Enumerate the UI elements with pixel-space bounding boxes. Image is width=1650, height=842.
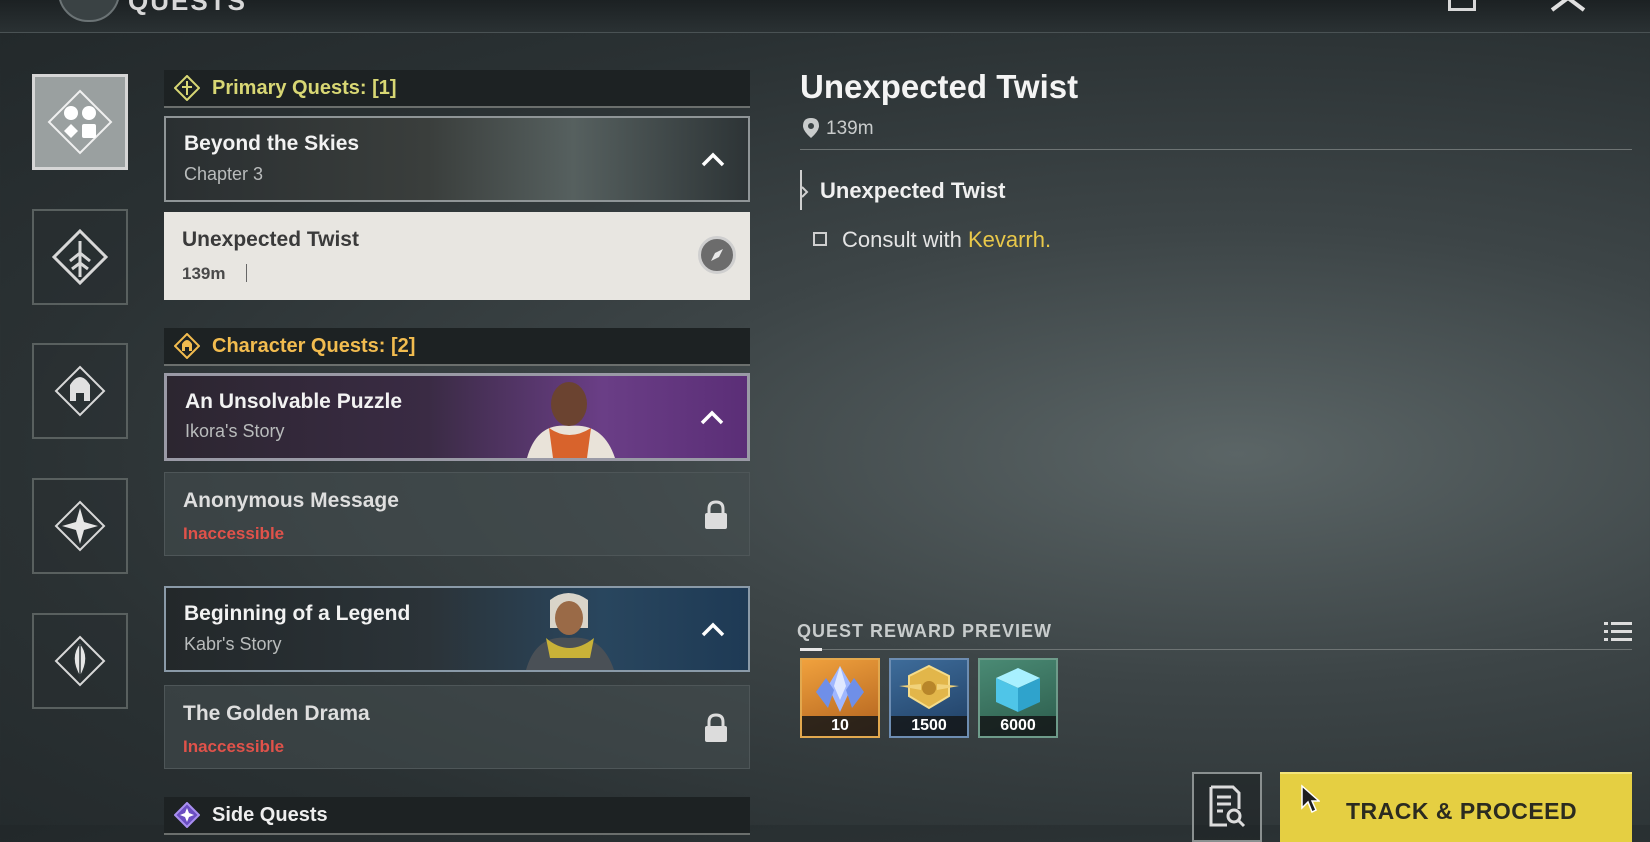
helmet-category-icon: [54, 365, 106, 417]
ikora-portrait: [507, 382, 627, 458]
quest-title: Unexpected Twist: [182, 228, 359, 251]
reward-preview-header: QUEST REWARD PREVIEW: [797, 621, 1053, 641]
divider-accent: [800, 648, 822, 651]
section-label: Side Quests: [212, 803, 328, 826]
compass-icon[interactable]: [698, 236, 736, 274]
quest-group-beyond-the-skies[interactable]: Beyond the Skies Chapter 3: [164, 116, 750, 202]
lock-icon: [705, 713, 727, 742]
category-side[interactable]: [32, 478, 128, 574]
reward-count: 1500: [891, 716, 967, 736]
quests-emblem-icon: [58, 0, 120, 22]
quest-title: Anonymous Message: [183, 489, 399, 512]
group-subtitle: Ikora's Story: [185, 421, 285, 441]
lock-icon: [705, 500, 727, 529]
group-subtitle: Chapter 3: [184, 164, 264, 184]
reward-count: 10: [802, 716, 878, 736]
divider: [800, 149, 1632, 150]
page-title: QUESTS: [128, 0, 247, 16]
distance-separator: [246, 264, 247, 282]
mouse-cursor-icon: [1301, 784, 1320, 814]
quest-step-title: Unexpected Twist: [820, 178, 1006, 203]
group-subtitle: Kabr's Story: [184, 634, 282, 654]
crystal-icon: [816, 666, 864, 712]
group-title: An Unsolvable Puzzle: [185, 390, 403, 413]
inspect-button[interactable]: [1192, 772, 1262, 842]
objective-prefix: Consult with: [842, 227, 968, 252]
objective-npc-name: Kevarrh: [967, 227, 1045, 252]
objective-suffix: .: [1045, 227, 1052, 252]
track-and-proceed-button[interactable]: TRACK & PROCEED: [1280, 772, 1632, 842]
character-quest-icon: [174, 333, 200, 359]
quest-status: Inaccessible: [183, 737, 285, 756]
top-bar: QUESTS: [0, 0, 1650, 33]
divider: [800, 649, 1632, 650]
map-icon[interactable]: [1448, 0, 1476, 11]
chevron-up-icon[interactable]: [700, 150, 726, 170]
category-character[interactable]: [32, 343, 128, 439]
section-label: Character Quests: [2]: [212, 334, 416, 357]
category-all[interactable]: [32, 74, 128, 170]
reward-item[interactable]: 6000: [978, 658, 1058, 738]
close-icon[interactable]: [1548, 0, 1588, 14]
quest-the-golden-drama[interactable]: The Golden Drama Inaccessible: [164, 685, 750, 769]
chevron-up-icon[interactable]: [700, 620, 726, 640]
reward-count: 6000: [980, 716, 1056, 736]
group-title: Beyond the Skies: [184, 132, 360, 155]
character-quests-header: Character Quests: [2]: [164, 328, 750, 366]
quest-detail-title: Unexpected Twist: [800, 68, 1079, 105]
side-quest-icon: [174, 802, 200, 828]
primary-quest-icon: [174, 75, 200, 101]
grid-category-icon: [47, 89, 113, 155]
document-search-icon: [1209, 785, 1246, 828]
track-button-label: TRACK & PROCEED: [1346, 798, 1578, 824]
feather-category-icon: [54, 635, 106, 687]
cube-icon: [996, 668, 1040, 712]
category-lore[interactable]: [32, 613, 128, 709]
side-quests-header: Side Quests: [164, 797, 750, 835]
primary-quests-header: Primary Quests: [1]: [164, 70, 750, 108]
quest-title: The Golden Drama: [183, 702, 370, 725]
star-category-icon: [54, 500, 106, 552]
list-view-icon[interactable]: [1604, 620, 1632, 644]
quest-group-beginning-of-a-legend[interactable]: Beginning of a Legend Kabr's Story: [164, 586, 750, 672]
chevron-up-icon[interactable]: [699, 408, 725, 428]
group-title: Beginning of a Legend: [184, 602, 411, 625]
kabr-portrait: [506, 588, 626, 670]
reward-item[interactable]: 10: [800, 658, 880, 738]
section-label: Primary Quests: [1]: [212, 76, 397, 99]
quest-status: Inaccessible: [183, 524, 285, 543]
step-arrow-icon: [801, 186, 809, 198]
tree-category-icon: [51, 228, 109, 286]
gold-emblem-icon: [899, 664, 959, 710]
category-primary[interactable]: [32, 209, 128, 305]
objective-checkbox: [813, 232, 827, 246]
quest-group-an-unsolvable-puzzle[interactable]: An Unsolvable Puzzle Ikora's Story: [164, 373, 750, 461]
quest-detail-distance: 139m: [826, 118, 874, 139]
objective-text: Consult with Kevarrh.: [842, 227, 1051, 253]
reward-item[interactable]: 1500: [889, 658, 969, 738]
location-pin-icon: [803, 118, 819, 138]
quest-distance: 139m: [182, 264, 226, 283]
quest-unexpected-twist[interactable]: Unexpected Twist 139m: [164, 212, 750, 300]
quest-anonymous-message[interactable]: Anonymous Message Inaccessible: [164, 472, 750, 556]
